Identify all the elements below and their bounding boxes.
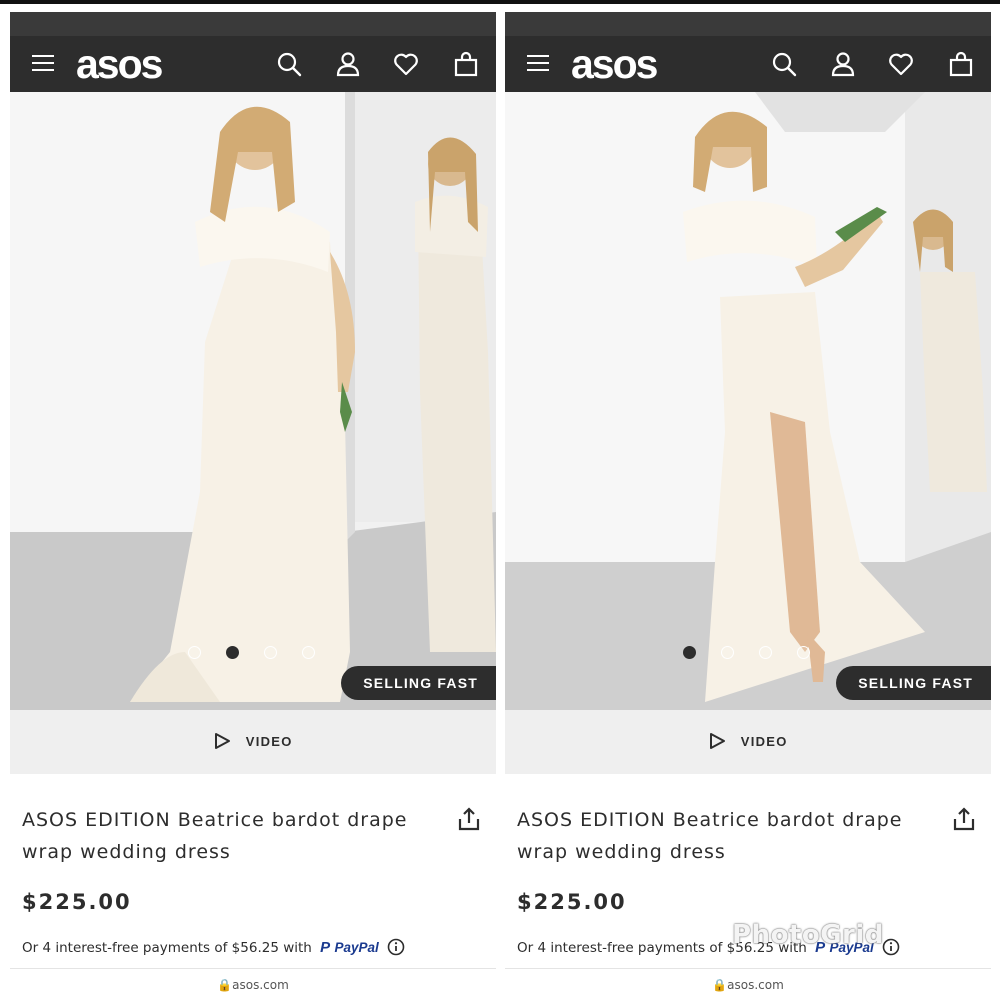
- lock-icon: 🔒: [712, 978, 728, 992]
- video-label: VIDEO: [740, 733, 788, 749]
- product-image[interactable]: SELLING FAST: [10, 92, 496, 710]
- installments-text: Or 4 interest-free payments of $56.25 wi…: [22, 940, 312, 956]
- site-header: asos: [505, 36, 991, 92]
- play-icon: [710, 733, 726, 749]
- gallery-dot[interactable]: [797, 646, 810, 659]
- gallery-dot[interactable]: [188, 646, 201, 659]
- info-icon[interactable]: [882, 938, 900, 956]
- heart-icon[interactable]: [392, 50, 420, 78]
- menu-icon[interactable]: [32, 54, 54, 72]
- search-icon[interactable]: [770, 50, 798, 78]
- gallery-dot[interactable]: [759, 646, 772, 659]
- selling-fast-badge: SELLING FAST: [341, 666, 496, 700]
- gallery-dot-active[interactable]: [226, 646, 239, 659]
- menu-icon[interactable]: [527, 54, 549, 72]
- product-photo-illustration: [10, 92, 496, 710]
- gallery-dot-active[interactable]: [683, 646, 696, 659]
- heart-icon[interactable]: [887, 50, 915, 78]
- video-button[interactable]: VIDEO: [10, 710, 496, 774]
- selling-fast-badge: SELLING FAST: [836, 666, 991, 700]
- divider: [505, 968, 991, 969]
- product-price: $225.00: [517, 890, 627, 914]
- play-icon: [215, 733, 231, 749]
- video-button[interactable]: VIDEO: [505, 710, 991, 774]
- bag-icon[interactable]: [452, 50, 480, 78]
- product-title: ASOS EDITION Beatrice bardot drape wrap …: [517, 809, 903, 863]
- installments-info: Or 4 interest-free payments of $56.25 wi…: [22, 938, 492, 956]
- status-bar: [505, 12, 991, 36]
- gallery-dot[interactable]: [721, 646, 734, 659]
- account-icon[interactable]: [334, 50, 362, 78]
- info-icon[interactable]: [387, 938, 405, 956]
- account-icon[interactable]: [829, 50, 857, 78]
- divider: [10, 968, 496, 969]
- status-bar: [10, 12, 496, 36]
- share-icon[interactable]: [951, 806, 977, 832]
- browser-url-bar[interactable]: 🔒asos.com: [10, 978, 496, 992]
- share-icon[interactable]: [456, 806, 482, 832]
- product-price: $225.00: [22, 890, 132, 914]
- gallery-pagination: [188, 646, 315, 659]
- site-header: asos: [10, 36, 496, 92]
- gallery-dot[interactable]: [302, 646, 315, 659]
- photogrid-watermark: PhotoGrid: [732, 920, 884, 950]
- product-photo-illustration: [505, 92, 991, 710]
- product-image[interactable]: SELLING FAST: [505, 92, 991, 710]
- gallery-pagination: [683, 646, 810, 659]
- lock-icon: 🔒: [217, 978, 233, 992]
- browser-url: asos.com: [232, 978, 289, 992]
- product-title: ASOS EDITION Beatrice bardot drape wrap …: [22, 809, 408, 863]
- collage-top-border: [0, 0, 1000, 4]
- asos-logo[interactable]: asos: [571, 40, 658, 88]
- gallery-dot[interactable]: [264, 646, 277, 659]
- asos-logo[interactable]: asos: [76, 40, 163, 88]
- paypal-label: PayPal: [334, 940, 379, 955]
- screenshot-panel-left: asos SELLING FAST VIDEO ASOS EDITION Bea…: [10, 12, 496, 1000]
- video-label: VIDEO: [245, 733, 293, 749]
- browser-url: asos.com: [727, 978, 784, 992]
- bag-icon[interactable]: [947, 50, 975, 78]
- search-icon[interactable]: [275, 50, 303, 78]
- browser-url-bar[interactable]: 🔒asos.com: [505, 978, 991, 992]
- paypal-logo-icon: P: [320, 939, 331, 956]
- screenshot-panel-right: asos SELLING FAST VIDEO ASOS EDITION Bea…: [505, 12, 991, 1000]
